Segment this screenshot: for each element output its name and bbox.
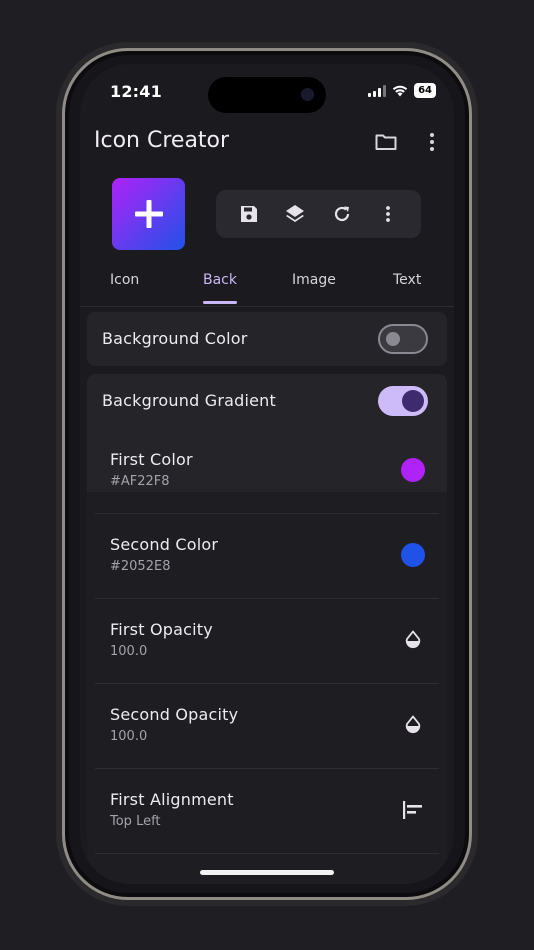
color-swatch-icon[interactable] <box>401 543 425 567</box>
background-color-setting: Background Color <box>87 312 447 366</box>
refresh-icon[interactable] <box>329 201 355 227</box>
row-value: 100.0 <box>110 729 148 744</box>
row-value: #AF22F8 <box>110 474 170 489</box>
list-item-first-opacity[interactable]: First Opacity 100.0 <box>95 598 439 684</box>
wifi-icon <box>392 85 408 96</box>
gradient-settings-list: First Color #AF22F8 Second Color #2052E8… <box>87 450 447 884</box>
background-gradient-toggle[interactable] <box>378 386 428 416</box>
row-title: Second Opacity <box>110 705 239 724</box>
app-title: Icon Creator <box>94 128 230 153</box>
status-time: 12:41 <box>110 82 162 101</box>
dynamic-island <box>208 77 326 113</box>
section-tabs: Icon Back Image Text <box>80 264 454 307</box>
editor-toolbar <box>216 190 421 238</box>
list-item-first-color[interactable]: First Color #AF22F8 <box>95 428 439 514</box>
app-screen: 12:41 64 Icon Creator Icon Back Image Te… <box>80 64 454 884</box>
list-item-first-alignment[interactable]: First Alignment Top Left <box>95 768 439 854</box>
background-color-label: Background Color <box>102 329 248 348</box>
color-swatch-icon[interactable] <box>401 458 425 482</box>
row-title: First Opacity <box>110 620 213 639</box>
tab-image[interactable]: Image <box>292 272 336 288</box>
cellular-signal-icon <box>368 84 387 97</box>
opacity-drop-icon[interactable] <box>401 628 425 652</box>
plus-icon <box>134 200 163 228</box>
more-vert-icon[interactable] <box>420 130 444 154</box>
more-vert-icon[interactable] <box>375 201 401 227</box>
row-title: First Color <box>110 450 193 469</box>
tab-icon[interactable]: Icon <box>110 272 139 288</box>
row-value: #2052E8 <box>110 559 171 574</box>
align-left-icon[interactable] <box>401 798 425 822</box>
list-item-second-opacity[interactable]: Second Opacity 100.0 <box>95 683 439 769</box>
tab-back[interactable]: Back <box>203 272 237 288</box>
battery-indicator: 64 <box>414 83 436 98</box>
active-tab-indicator <box>203 301 237 304</box>
tab-text[interactable]: Text <box>393 272 421 288</box>
power-button <box>472 318 476 418</box>
row-value: Top Left <box>110 814 161 829</box>
background-color-toggle[interactable] <box>378 324 428 354</box>
row-title: Second Color <box>110 535 219 554</box>
opacity-drop-icon[interactable] <box>401 713 425 737</box>
list-item-second-color[interactable]: Second Color #2052E8 <box>95 513 439 599</box>
folder-icon[interactable] <box>374 130 398 154</box>
save-icon[interactable] <box>236 201 262 227</box>
app-bar: Icon Creator <box>80 122 454 162</box>
front-camera <box>301 88 314 101</box>
layers-icon[interactable] <box>282 201 308 227</box>
status-icons: 64 <box>368 83 436 98</box>
icon-preview[interactable] <box>112 178 185 250</box>
row-title: First Alignment <box>110 790 234 809</box>
home-indicator <box>200 870 334 875</box>
status-bar: 12:41 64 <box>80 64 454 114</box>
background-gradient-label: Background Gradient <box>102 391 276 410</box>
row-value: 100.0 <box>110 644 148 659</box>
